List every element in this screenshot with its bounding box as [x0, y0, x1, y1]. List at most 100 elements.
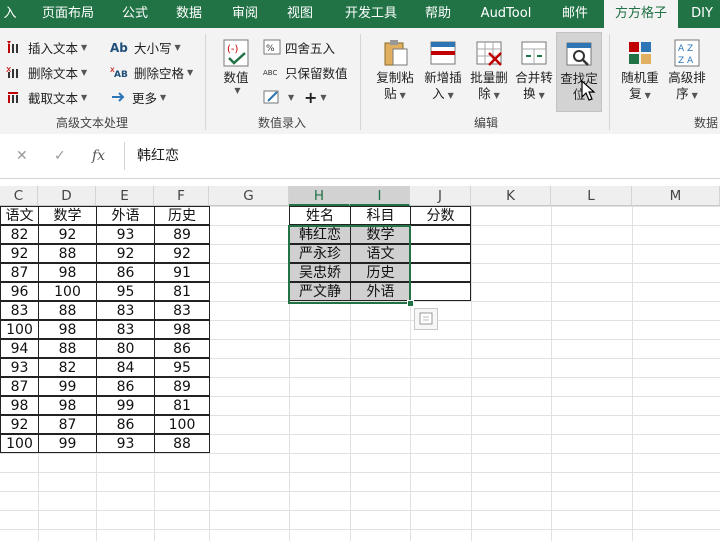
lookup-header-score[interactable]: 分数 [410, 206, 471, 225]
column-header-c[interactable]: C [0, 186, 38, 206]
score-cell[interactable]: 88 [38, 301, 97, 320]
column-header-k[interactable]: K [471, 186, 551, 206]
score-cell[interactable]: 98 [0, 396, 39, 415]
score-cell[interactable]: 82 [0, 225, 39, 244]
lookup-header-subject[interactable]: 科目 [350, 206, 411, 225]
tab-insert[interactable]: 入 [0, 0, 20, 28]
score-cell[interactable]: 89 [154, 225, 210, 244]
lookup-score-cell[interactable] [410, 263, 471, 282]
remove-spaces-button[interactable]: x AB 删除空格 ▼ [110, 61, 193, 83]
score-cell[interactable]: 81 [154, 396, 210, 415]
score-cell[interactable]: 87 [38, 415, 97, 434]
column-header-h[interactable]: H [289, 186, 350, 206]
score-cell[interactable]: 82 [38, 358, 97, 377]
score-cell[interactable]: 100 [0, 434, 39, 453]
edit-cell-button[interactable]: ▼ [263, 86, 294, 108]
score-cell[interactable]: 83 [96, 320, 155, 339]
score-cell[interactable]: 88 [38, 244, 97, 263]
score-cell[interactable]: 86 [96, 377, 155, 396]
more-button[interactable]: 更多 ▼ [110, 86, 166, 108]
keep-values-button[interactable]: ABC 只保留数值 [263, 61, 348, 83]
column-header-g[interactable]: G [209, 186, 289, 206]
fill-handle[interactable] [407, 300, 414, 307]
score-cell[interactable]: 93 [96, 225, 155, 244]
score-cell[interactable]: 95 [154, 358, 210, 377]
tab-diy[interactable]: DIY [684, 0, 720, 28]
score-cell[interactable]: 96 [0, 282, 39, 301]
score-header-math[interactable]: 数学 [38, 206, 97, 225]
batch-delete-button[interactable]: 批量删 除 ▼ [466, 32, 512, 110]
score-cell[interactable]: 99 [38, 434, 97, 453]
tab-data[interactable]: 数据 [164, 0, 214, 28]
copy-paste-button[interactable]: 复制粘 贴 ▼ [372, 32, 418, 110]
tab-fangfang-gezi[interactable]: 方方格子 [604, 0, 678, 28]
enter-icon[interactable]: ✓ [54, 148, 66, 164]
column-header-j[interactable]: J [410, 186, 471, 206]
delete-text-button[interactable]: x 删除文本 ▼ [6, 61, 87, 83]
case-button[interactable]: Ab 大小写 ▼ [110, 36, 181, 58]
tab-review[interactable]: 审阅 [222, 0, 268, 28]
score-cell[interactable]: 83 [96, 301, 155, 320]
score-cell[interactable]: 92 [38, 225, 97, 244]
cancel-icon[interactable]: ✕ [16, 148, 28, 164]
score-cell[interactable]: 100 [38, 282, 97, 301]
extract-text-button[interactable]: 截取文本 ▼ [6, 86, 87, 108]
score-cell[interactable]: 88 [154, 434, 210, 453]
insert-text-button[interactable]: 插入文本 ▼ [6, 36, 87, 58]
insert-function-icon[interactable]: fx [92, 148, 105, 164]
score-cell[interactable]: 84 [96, 358, 155, 377]
score-cell[interactable]: 88 [38, 339, 97, 358]
score-cell[interactable]: 91 [154, 263, 210, 282]
tab-formulas[interactable]: 公式 [112, 0, 158, 28]
score-cell[interactable]: 98 [38, 396, 97, 415]
score-cell[interactable]: 89 [154, 377, 210, 396]
score-cell[interactable]: 98 [38, 263, 97, 282]
tab-audtool[interactable]: AudTool [470, 0, 542, 28]
score-cell[interactable]: 86 [96, 263, 155, 282]
score-cell[interactable]: 93 [96, 434, 155, 453]
merge-convert-button[interactable]: 合并转 换 ▼ [512, 32, 556, 110]
score-cell[interactable]: 92 [96, 244, 155, 263]
numeric-button[interactable]: (-) 数值 ▼ [214, 32, 258, 110]
score-cell[interactable]: 92 [154, 244, 210, 263]
score-cell[interactable]: 83 [0, 301, 39, 320]
lookup-header-name[interactable]: 姓名 [289, 206, 351, 225]
tab-developer[interactable]: 开发工具 [334, 0, 408, 28]
tab-mail[interactable]: 邮件 [552, 0, 598, 28]
tab-view[interactable]: 视图 [276, 0, 324, 28]
score-cell[interactable]: 81 [154, 282, 210, 301]
score-cell[interactable]: 100 [154, 415, 210, 434]
formula-input[interactable]: 韩红恋 [124, 142, 720, 170]
score-cell[interactable]: 86 [154, 339, 210, 358]
score-cell[interactable]: 98 [154, 320, 210, 339]
score-cell[interactable]: 87 [0, 263, 39, 282]
tab-page-layout[interactable]: 页面布局 [28, 0, 108, 28]
score-cell[interactable]: 95 [96, 282, 155, 301]
score-cell[interactable]: 99 [38, 377, 97, 396]
plus-button[interactable]: + ▼ [304, 86, 327, 108]
lookup-score-cell[interactable] [410, 282, 471, 301]
score-cell[interactable]: 100 [0, 320, 39, 339]
column-header-e[interactable]: E [96, 186, 154, 206]
column-header-f[interactable]: F [154, 186, 209, 206]
score-cell[interactable]: 80 [96, 339, 155, 358]
score-cell[interactable]: 92 [0, 415, 39, 434]
score-cell[interactable]: 87 [0, 377, 39, 396]
lookup-score-cell[interactable] [410, 244, 471, 263]
score-header-chinese[interactable]: 语文 [0, 206, 39, 225]
score-cell[interactable]: 93 [0, 358, 39, 377]
column-header-l[interactable]: L [551, 186, 632, 206]
score-cell[interactable]: 83 [154, 301, 210, 320]
score-cell[interactable]: 94 [0, 339, 39, 358]
score-header-history[interactable]: 历史 [154, 206, 210, 225]
score-cell[interactable]: 92 [0, 244, 39, 263]
lookup-score-cell[interactable] [410, 225, 471, 244]
column-header-i[interactable]: I [350, 186, 410, 206]
round-button[interactable]: % 四舍五入 [263, 36, 335, 58]
score-cell[interactable]: 99 [96, 396, 155, 415]
score-cell[interactable]: 98 [38, 320, 97, 339]
column-header-d[interactable]: D [38, 186, 96, 206]
quick-analysis-button[interactable] [414, 308, 438, 330]
column-header-m[interactable]: M [632, 186, 720, 206]
score-cell[interactable]: 86 [96, 415, 155, 434]
